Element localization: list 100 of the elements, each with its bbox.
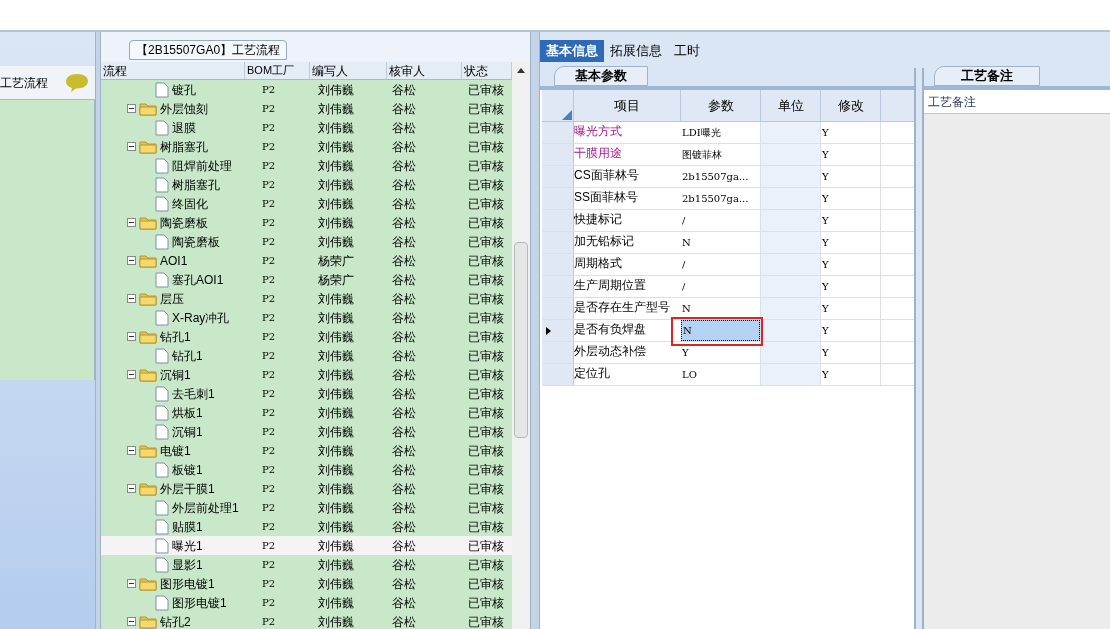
- tree-row[interactable]: 贴膜1 P2 刘伟巍 谷松 已审核: [101, 517, 512, 536]
- tree-row[interactable]: 树脂塞孔 P2 刘伟巍 谷松 已审核: [101, 175, 512, 194]
- document-icon: [155, 81, 169, 98]
- table-cell-text: 谷松: [391, 366, 417, 384]
- tree-row[interactable]: 钻孔1 P2 刘伟巍 谷松 已审核: [101, 327, 512, 346]
- collapse-icon[interactable]: [127, 370, 136, 379]
- table-cell-text: P2: [261, 140, 277, 154]
- tree-label: 沉铜1: [172, 423, 203, 441]
- tree-row[interactable]: 终固化 P2 刘伟巍 谷松 已审核: [101, 194, 512, 213]
- tree-row[interactable]: AOI1 P2 杨荣广 谷松 已审核: [101, 251, 512, 270]
- tree-row[interactable]: 退膜 P2 刘伟巍 谷松 已审核: [101, 118, 512, 137]
- splitter[interactable]: [95, 32, 101, 629]
- tab[interactable]: 拓展信息: [604, 40, 668, 62]
- tree-row[interactable]: 陶瓷磨板 P2 刘伟巍 谷松 已审核: [101, 232, 512, 251]
- table-cell[interactable]: LDI曝光: [681, 122, 760, 143]
- tree-label: 树脂塞孔: [172, 176, 220, 194]
- table-cell[interactable]: N: [681, 298, 760, 319]
- tree-label: 树脂塞孔: [160, 138, 208, 156]
- table-cell-text: 谷松: [391, 537, 417, 555]
- tree-row[interactable]: 烘板1 P2 刘伟巍 谷松 已审核: [101, 403, 512, 422]
- tree-row[interactable]: 树脂塞孔 P2 刘伟巍 谷松 已审核: [101, 137, 512, 156]
- field-label: 工艺备注: [928, 93, 976, 111]
- tree-label: 钻孔1: [172, 347, 203, 365]
- collapse-icon[interactable]: [127, 579, 136, 588]
- column-header[interactable]: 参数: [681, 90, 761, 121]
- scroll-up-icon[interactable]: [516, 66, 526, 74]
- collapse-icon[interactable]: [127, 256, 136, 265]
- table-cell[interactable]: /: [681, 254, 760, 275]
- tree-row[interactable]: 塞孔AOI1 P2 杨荣广 谷松 已审核: [101, 270, 512, 289]
- tree-row[interactable]: 阻焊前处理 P2 刘伟巍 谷松 已审核: [101, 156, 512, 175]
- collapse-icon[interactable]: [127, 446, 136, 455]
- scrollbar[interactable]: [512, 62, 530, 629]
- table-cell-text: 已审核: [467, 461, 505, 479]
- tree-label: 陶瓷磨板: [172, 233, 220, 251]
- table-cell[interactable]: LO: [681, 364, 760, 385]
- tree-row[interactable]: 图形电镀1 P2 刘伟巍 谷松 已审核: [101, 593, 512, 612]
- row-header[interactable]: [542, 320, 574, 341]
- table-cell[interactable]: 2b15507ga...: [681, 188, 760, 209]
- column-header[interactable]: BOM工厂: [245, 62, 310, 79]
- column-header[interactable]: 修改: [821, 90, 881, 121]
- table-cell: Y: [821, 166, 881, 187]
- tab[interactable]: 基本信息: [540, 40, 604, 62]
- tree-row[interactable]: 陶瓷磨板 P2 刘伟巍 谷松 已审核: [101, 213, 512, 232]
- table-cell[interactable]: 图镀菲林: [681, 144, 760, 165]
- column-header[interactable]: 流程: [101, 62, 245, 79]
- table-cell[interactable]: 2b15507ga...: [681, 166, 760, 187]
- tree-row[interactable]: 沉铜1 P2 刘伟巍 谷松 已审核: [101, 422, 512, 441]
- table-cell-text: 已审核: [467, 385, 505, 403]
- table-cell-text: 曝光方式: [574, 123, 623, 140]
- table-cell-text: CS面菲林号: [574, 167, 640, 184]
- collapse-icon[interactable]: [127, 332, 136, 341]
- table-cell-text: 已审核: [467, 613, 505, 629]
- tree-row[interactable]: 去毛刺1 P2 刘伟巍 谷松 已审核: [101, 384, 512, 403]
- tree-row[interactable]: 板镀1 P2 刘伟巍 谷松 已审核: [101, 460, 512, 479]
- tree-row[interactable]: 层压 P2 刘伟巍 谷松 已审核: [101, 289, 512, 308]
- tree-row[interactable]: 外层干膜1 P2 刘伟巍 谷松 已审核: [101, 479, 512, 498]
- document-icon: [155, 423, 169, 440]
- collapse-icon[interactable]: [127, 142, 136, 151]
- tree-row[interactable]: 镀孔 P2 刘伟巍 谷松 已审核: [101, 80, 512, 99]
- tree-label: 钻孔1: [160, 328, 191, 346]
- tree-row[interactable]: 外层前处理1 P2 刘伟巍 谷松 已审核: [101, 498, 512, 517]
- column-header[interactable]: 项目: [574, 90, 681, 121]
- tree-row[interactable]: 钻孔1 P2 刘伟巍 谷松 已审核: [101, 346, 512, 365]
- column-header[interactable]: 核审人: [387, 62, 462, 79]
- table-cell-text: 杨荣广: [317, 271, 355, 289]
- table-cell-text: 已审核: [467, 537, 505, 555]
- table-cell-text: 已审核: [467, 233, 505, 251]
- table-cell[interactable]: Y: [681, 342, 760, 363]
- document-icon: [155, 556, 169, 573]
- table-cell[interactable]: /: [681, 210, 760, 231]
- table-cell[interactable]: /: [681, 276, 760, 297]
- tree-row[interactable]: 图形电镀1 P2 刘伟巍 谷松 已审核: [101, 574, 512, 593]
- collapse-icon[interactable]: [127, 218, 136, 227]
- collapse-icon[interactable]: [127, 294, 136, 303]
- collapse-icon[interactable]: [127, 484, 136, 493]
- scroll-thumb[interactable]: [514, 242, 528, 438]
- table-cell-text: P2: [261, 254, 277, 268]
- table-cell-text: 周期格式: [574, 255, 623, 272]
- tab[interactable]: 工时: [668, 40, 706, 62]
- document-icon: [155, 233, 169, 250]
- column-header[interactable]: 编写人: [310, 62, 387, 79]
- tree-row[interactable]: 钻孔2 P2 刘伟巍 谷松 已审核: [101, 612, 512, 629]
- tree-row[interactable]: 电镀1 P2 刘伟巍 谷松 已审核: [101, 441, 512, 460]
- table-cell[interactable]: N: [681, 320, 760, 341]
- tree-label: 外层蚀刻: [160, 100, 208, 118]
- column-header[interactable]: 单位: [761, 90, 821, 121]
- tree-row[interactable]: 曝光1 P2 刘伟巍 谷松 已审核: [101, 536, 512, 555]
- tree-row[interactable]: 显影1 P2 刘伟巍 谷松 已审核: [101, 555, 512, 574]
- collapse-icon[interactable]: [127, 104, 136, 113]
- tree-row[interactable]: X-Ray冲孔 P2 刘伟巍 谷松 已审核: [101, 308, 512, 327]
- tree-row[interactable]: 沉铜1 P2 刘伟巍 谷松 已审核: [101, 365, 512, 384]
- collapse-icon[interactable]: [127, 617, 136, 626]
- table-cell[interactable]: N: [681, 232, 760, 253]
- table-cell-text: 谷松: [391, 81, 417, 99]
- folder-icon: [139, 139, 157, 154]
- table-cell-text: 加无铅标记: [574, 233, 635, 250]
- table-cell-text: 刘伟巍: [317, 328, 355, 346]
- tree-row[interactable]: 外层蚀刻 P2 刘伟巍 谷松 已审核: [101, 99, 512, 118]
- table-cell-text: 谷松: [391, 309, 417, 327]
- table-cell-text: 刘伟巍: [317, 366, 355, 384]
